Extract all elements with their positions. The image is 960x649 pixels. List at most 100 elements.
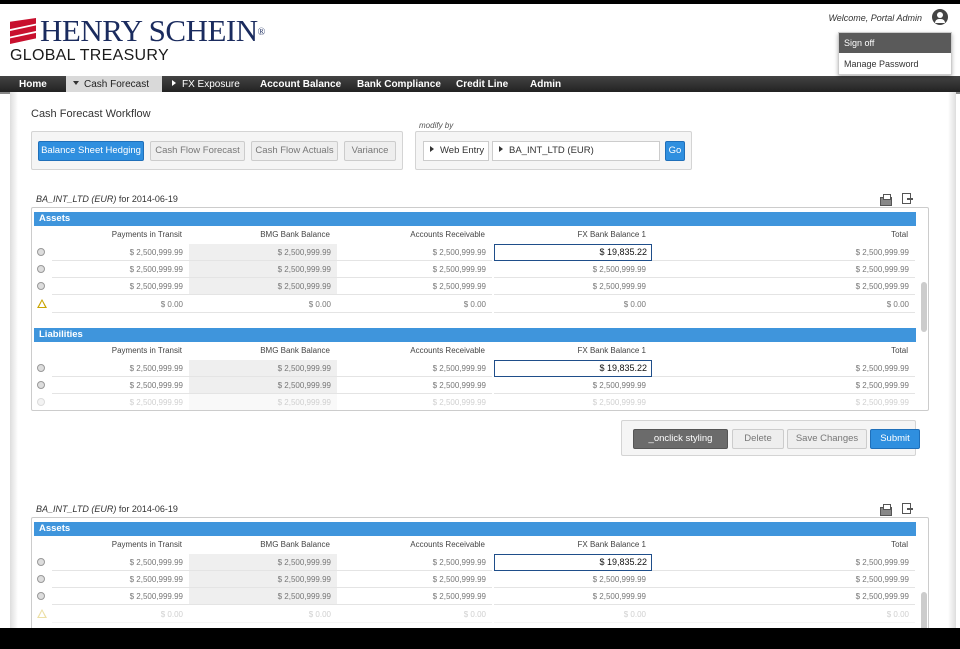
cell-bmg-total: $ 0.00 (189, 296, 337, 313)
cell-payments: $ 2,500,999.99 (52, 278, 189, 295)
cell-bmg: $ 2,500,999.99 (189, 244, 337, 261)
row-radio[interactable] (37, 558, 45, 566)
row-radio[interactable] (37, 381, 45, 389)
col-fx-bank-balance: FX Bank Balance 1 (577, 230, 646, 239)
cell-bmg: $ 2,500,999.99 (189, 261, 337, 278)
cell-total: $ 2,500,999.99 (652, 244, 915, 261)
onclick-styling-button[interactable]: _onclick styling (633, 429, 728, 449)
row-radio[interactable] (37, 282, 45, 290)
user-icon[interactable] (932, 9, 948, 25)
cell-fx: $ 2,500,999.99 (494, 278, 652, 295)
save-changes-button[interactable]: Save Changes (787, 429, 867, 449)
logo: HENRY SCHEIN® GLOBAL TREASURY (10, 13, 270, 66)
scrollbar[interactable] (921, 592, 927, 631)
entity-select[interactable]: BA_INT_LTD (EUR) (492, 141, 660, 161)
row-radio[interactable] (37, 248, 45, 256)
scrollbar[interactable] (921, 282, 927, 332)
cell-bmg: $ 2,500,999.99 (189, 394, 337, 410)
cell-total: $ 2,500,999.99 (652, 360, 915, 377)
action-button-group: _onclick styling Delete Save Changes Sub… (621, 420, 920, 456)
cell-ar-total: $ 0.00 (337, 606, 492, 623)
row-radio[interactable] (37, 265, 45, 273)
balance-panel-1: Assets Payments in Transit BMG Bank Bala… (31, 207, 929, 411)
cell-payments: $ 2,500,999.99 (52, 554, 189, 571)
cell-fx-total: $ 0.00 (494, 296, 652, 313)
cell-payments-total: $ 0.00 (52, 606, 189, 623)
workflow-button-group: Balance Sheet Hedging Cash Flow Forecast… (31, 131, 403, 170)
col-bmg-bank-balance: BMG Bank Balance (260, 230, 330, 239)
cell-payments: $ 2,500,999.99 (52, 261, 189, 278)
cell-ar: $ 2,500,999.99 (337, 377, 492, 394)
cell-ar: $ 2,500,999.99 (337, 588, 492, 605)
col-total: Total (891, 540, 908, 549)
export-icon[interactable] (902, 503, 913, 514)
cell-bmg: $ 2,500,999.99 (189, 278, 337, 295)
chevron-right-icon (172, 80, 176, 87)
print-icon[interactable] (880, 194, 892, 206)
cell-ar: $ 2,500,999.99 (337, 394, 492, 410)
manage-password-menu-item[interactable]: Manage Password (839, 53, 951, 75)
row-radio[interactable] (37, 575, 45, 583)
cell-bmg-total: $ 0.00 (189, 606, 337, 623)
logo-main-label: HENRY SCHEIN (40, 13, 258, 48)
col-total: Total (891, 346, 908, 355)
fx-balance-input[interactable]: $ 19,835.22 (494, 554, 652, 571)
cell-bmg: $ 2,500,999.99 (189, 377, 337, 394)
row-radio[interactable] (37, 592, 45, 600)
cell-fx: $ 2,500,999.99 (494, 261, 652, 278)
nav-cash-forecast-label: Cash Forecast (84, 79, 150, 90)
assets-band: Assets (34, 212, 916, 226)
section-date: for 2014-06-19 (118, 504, 178, 514)
cell-bmg: $ 2,500,999.99 (189, 571, 337, 588)
screen-bottom-edge (0, 628, 960, 649)
print-icon[interactable] (880, 504, 892, 516)
delete-button[interactable]: Delete (732, 429, 784, 449)
cell-bmg: $ 2,500,999.99 (189, 588, 337, 605)
balance-panel-2: Assets Payments in Transit BMG Bank Bala… (31, 517, 929, 632)
caret-right-icon (499, 146, 503, 153)
cell-payments: $ 2,500,999.99 (52, 360, 189, 377)
go-button[interactable]: Go (665, 141, 685, 161)
content-shadow-right (948, 92, 956, 632)
row-radio[interactable] (37, 364, 45, 372)
cell-ar: $ 2,500,999.99 (337, 278, 492, 295)
cash-flow-actuals-button[interactable]: Cash Flow Actuals (251, 141, 338, 161)
balance-sheet-hedging-button[interactable]: Balance Sheet Hedging (38, 141, 144, 161)
variance-button[interactable]: Variance (344, 141, 396, 161)
content-shadow-left (10, 92, 18, 632)
submit-button[interactable]: Submit (870, 429, 920, 449)
col-accounts-receivable: Accounts Receivable (410, 230, 485, 239)
section-entity: BA_INT_LTD (EUR) (36, 194, 117, 204)
cell-ar: $ 2,500,999.99 (337, 554, 492, 571)
header: HENRY SCHEIN® GLOBAL TREASURY Welcome, P… (0, 4, 960, 76)
cell-fx: $ 2,500,999.99 (494, 588, 652, 605)
section-title: BA_INT_LTD (EUR) for 2014-06-19 (36, 194, 178, 204)
warning-icon (37, 299, 47, 308)
section-date: for 2014-06-19 (118, 194, 178, 204)
cell-ar-total: $ 0.00 (337, 296, 492, 313)
col-bmg-bank-balance: BMG Bank Balance (260, 346, 330, 355)
col-payments-in-transit: Payments in Transit (111, 346, 182, 355)
cell-fx: $ 2,500,999.99 (494, 571, 652, 588)
cell-fx: $ 2,500,999.99 (494, 394, 652, 410)
cell-payments: $ 2,500,999.99 (52, 377, 189, 394)
cell-total: $ 2,500,999.99 (652, 278, 915, 295)
modify-by-group: Web Entry BA_INT_LTD (EUR) Go (415, 131, 692, 170)
cell-ar: $ 2,500,999.99 (337, 571, 492, 588)
col-fx-bank-balance: FX Bank Balance 1 (577, 346, 646, 355)
cell-payments: $ 2,500,999.99 (52, 588, 189, 605)
fx-balance-input[interactable]: $ 19,835.22 (494, 244, 652, 261)
col-accounts-receivable: Accounts Receivable (410, 346, 485, 355)
row-radio[interactable] (37, 398, 45, 406)
section-title: BA_INT_LTD (EUR) for 2014-06-19 (36, 504, 178, 514)
cell-fx-total: $ 0.00 (494, 606, 652, 623)
export-icon[interactable] (902, 193, 913, 204)
cash-flow-forecast-button[interactable]: Cash Flow Forecast (150, 141, 245, 161)
sign-off-menu-item[interactable]: Sign off (839, 33, 951, 53)
cell-ar: $ 2,500,999.99 (337, 244, 492, 261)
nav-fx-exposure-label: FX Exposure (182, 79, 240, 90)
fx-balance-input[interactable]: $ 19,835.22 (494, 360, 652, 377)
section-entity: BA_INT_LTD (EUR) (36, 504, 117, 514)
cell-bmg: $ 2,500,999.99 (189, 554, 337, 571)
entry-type-select[interactable]: Web Entry (423, 141, 489, 161)
